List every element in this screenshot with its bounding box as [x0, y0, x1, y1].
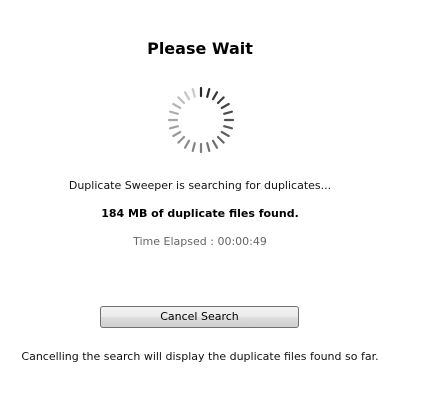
- spinner-tick: [206, 87, 211, 98]
- spinner-tick: [168, 110, 179, 115]
- cancel-note: Cancelling the search will display the d…: [21, 350, 379, 363]
- spinner-tick: [216, 135, 225, 144]
- spinner-tick: [183, 91, 191, 101]
- spinner-tick: [220, 102, 230, 110]
- spinner-tick: [177, 96, 186, 105]
- dialog-title: Please Wait: [147, 39, 253, 58]
- spinner-tick: [211, 139, 219, 149]
- found-size-message: 184 MB of duplicate files found.: [101, 207, 299, 220]
- spinner-tick: [206, 142, 211, 153]
- spinner-tick: [211, 91, 219, 101]
- cancel-search-button[interactable]: Cancel Search: [100, 306, 299, 328]
- spinner-tick: [223, 110, 234, 115]
- spinner-tick: [191, 142, 196, 153]
- loading-spinner-icon: [167, 86, 235, 154]
- spinner-tick: [177, 135, 186, 144]
- spinner-tick: [183, 139, 191, 149]
- status-message: Duplicate Sweeper is searching for dupli…: [68, 179, 332, 192]
- spinner-tick: [172, 130, 182, 138]
- spinner-tick: [220, 130, 230, 138]
- spinner-tick: [223, 125, 234, 130]
- spinner-tick: [168, 125, 179, 130]
- time-elapsed: Time Elapsed : 00:00:49: [133, 235, 267, 248]
- spinner-tick: [172, 102, 182, 110]
- spinner-tick: [191, 87, 196, 98]
- spinner-tick: [216, 96, 225, 105]
